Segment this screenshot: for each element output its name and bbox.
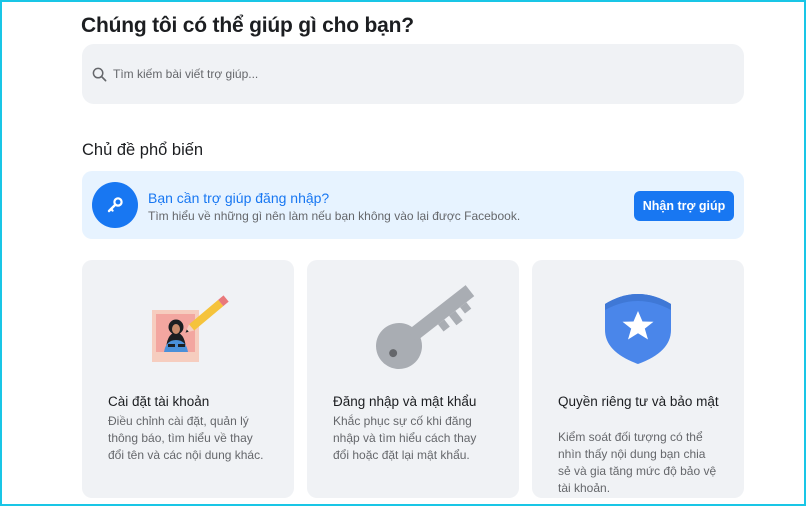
login-help-banner[interactable]: Bạn cần trợ giúp đăng nhập? Tìm hiểu về … [82,171,744,239]
help-center-page: Chúng tôi có thể giúp gì cho bạn? Chủ đề… [0,0,806,506]
get-help-button[interactable]: Nhận trợ giúp [634,191,734,221]
search-icon [92,67,107,81]
profile-edit-icon [152,295,229,362]
key-icon [92,182,138,228]
topic-card-description: Khắc phục sự cố khi đăng nhập và tìm hiể… [333,414,477,462]
topic-card-description: Kiểm soát đối tượng có thể nhìn thấy nội… [558,430,717,495]
topic-card-title: Đăng nhập và mật khẩu [333,394,477,409]
page-title: Chúng tôi có thể giúp gì cho bạn? [81,14,414,37]
topic-card-login-password[interactable]: Đăng nhập và mật khẩu Khắc phục sự cố kh… [307,260,519,498]
section-title-popular: Chủ đề phổ biến [82,141,204,159]
topic-card-description: Điều chỉnh cài đặt, quản lý thông báo, t… [108,414,264,462]
topic-card-title: Quyền riêng tư và bảo mật [558,394,719,409]
key-icon [376,285,475,369]
login-help-title[interactable]: Bạn cần trợ giúp đăng nhập? [148,190,329,206]
search-input[interactable] [113,67,713,81]
shield-star-icon [605,294,671,364]
login-help-subtitle: Tìm hiểu về những gì nên làm nếu bạn khô… [148,209,521,223]
topic-card-title: Cài đặt tài khoản [108,394,210,409]
topic-card-privacy-security[interactable]: Quyền riêng tư và bảo mật Kiểm soát đối … [532,260,744,498]
search-bar[interactable] [82,44,744,104]
topic-card-account-settings[interactable]: Cài đặt tài khoản Điều chỉnh cài đặt, qu… [82,260,294,498]
